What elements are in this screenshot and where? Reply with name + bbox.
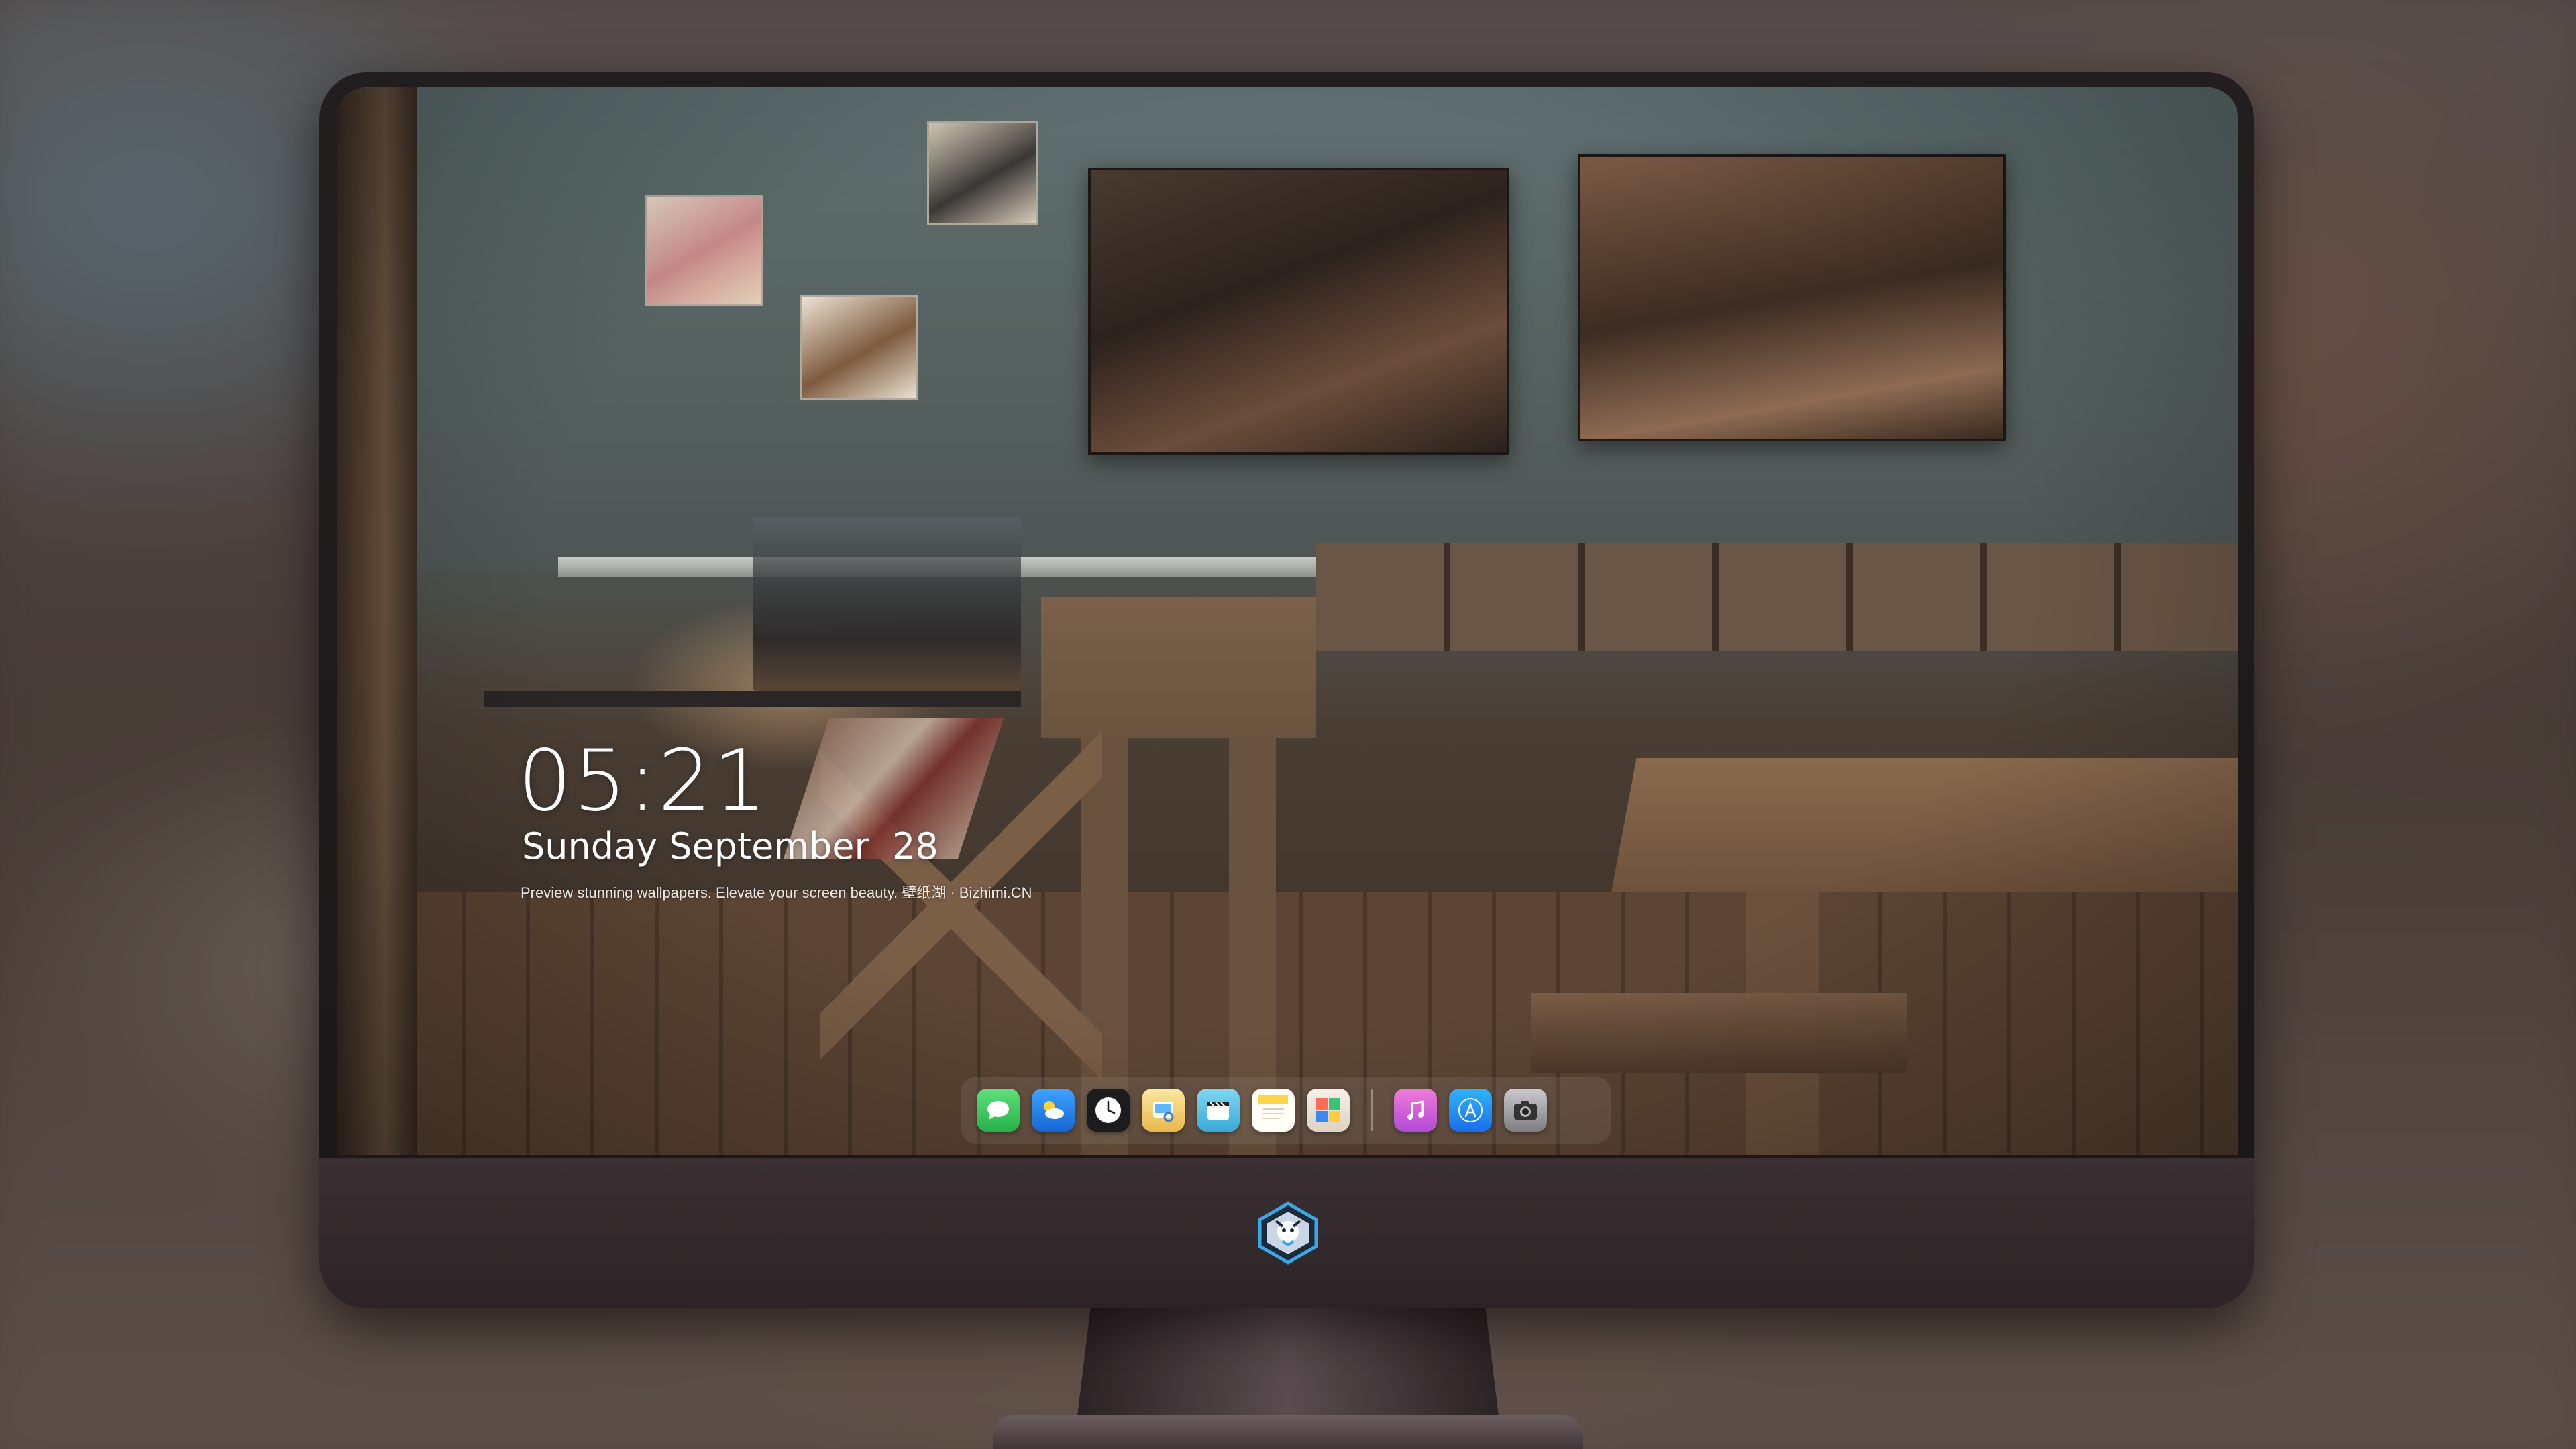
app-store-icon[interactable] (1449, 1089, 1492, 1132)
preview-icon[interactable] (1142, 1089, 1185, 1132)
desktop-scene: 05:21 Sunday September 28 Preview stunni… (0, 0, 2576, 1449)
lockscreen-time: 05:21 (518, 731, 769, 830)
imac-stand-foot (993, 1415, 1583, 1449)
photo-booth-icon[interactable] (1307, 1089, 1350, 1132)
itunes-icon[interactable] (1394, 1089, 1437, 1132)
messages-icon[interactable] (977, 1089, 1020, 1132)
dock-separator (1371, 1089, 1373, 1131)
imac-screen-wallpaper: 05:21 Sunday September 28 Preview stunni… (337, 87, 2238, 1155)
vignette (337, 87, 2238, 1155)
clock-icon[interactable] (1087, 1089, 1130, 1132)
weather-icon[interactable] (1032, 1089, 1075, 1132)
clips-icon[interactable] (1197, 1089, 1240, 1132)
lockscreen-tagline: Preview stunning wallpapers. Elevate you… (521, 884, 1032, 901)
notes-icon[interactable] (1252, 1089, 1295, 1132)
camera-icon[interactable] (1504, 1089, 1547, 1132)
dock (961, 1077, 1611, 1144)
brand-logo-icon (1256, 1201, 1320, 1265)
lockscreen-date: Sunday September 28 (522, 825, 938, 867)
